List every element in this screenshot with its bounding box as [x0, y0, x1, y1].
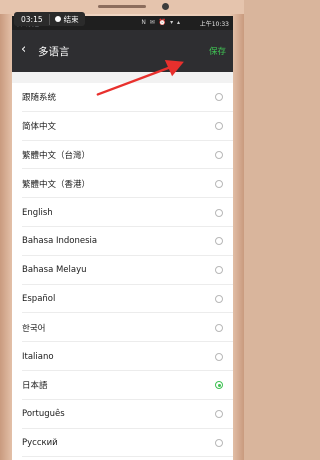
language-label: 繁體中文（香港）	[22, 179, 91, 190]
radio-checked-icon[interactable]	[215, 381, 223, 390]
language-label: Português	[22, 409, 65, 420]
screen: 中国联通 N ✉ ⏰ ▾ ▴ 上午10:33 ‹ 多语言 保存 跟随系统简体中文…	[12, 16, 233, 460]
language-option[interactable]: Bahasa Indonesia	[12, 226, 233, 256]
language-option[interactable]: Português	[12, 399, 233, 429]
speaker-grille	[98, 5, 146, 8]
language-label: Italiano	[22, 351, 54, 362]
language-option[interactable]: 日本語	[12, 370, 233, 400]
language-label: English	[22, 207, 53, 218]
page-title: 多语言	[38, 46, 70, 58]
radio-unchecked-icon[interactable]	[215, 93, 223, 102]
language-label: Русский	[22, 437, 58, 448]
radio-unchecked-icon[interactable]	[215, 122, 223, 131]
radio-unchecked-icon[interactable]	[215, 179, 223, 188]
language-option[interactable]: 繁體中文（台灣）	[12, 140, 233, 170]
stop-dot-icon	[54, 16, 61, 22]
app-header: ‹ 多语言 保存	[12, 30, 233, 72]
language-label: 简体中文	[22, 122, 57, 133]
language-list: 跟随系统简体中文繁體中文（台灣） 繁體中文（香港） English Bahasa In…	[12, 83, 233, 458]
language-option[interactable]: Bahasa Melayu	[12, 255, 233, 285]
language-option[interactable]: English	[12, 198, 233, 227]
language-option[interactable]: 简体中文	[12, 111, 233, 141]
radio-unchecked-icon[interactable]	[215, 352, 223, 361]
radio-unchecked-icon[interactable]	[215, 208, 223, 217]
radio-unchecked-icon[interactable]	[215, 438, 223, 447]
language-label: Español	[22, 293, 56, 304]
language-option[interactable]: Italiano	[12, 342, 233, 371]
radio-unchecked-icon[interactable]	[215, 150, 223, 159]
language-option[interactable]: Русский	[12, 428, 233, 458]
back-arrow-icon[interactable]: ‹	[21, 42, 26, 57]
save-button[interactable]: 保存	[209, 45, 226, 57]
front-camera	[162, 3, 169, 10]
language-label: Bahasa Melayu	[22, 265, 87, 276]
section-spacer	[12, 72, 233, 83]
radio-unchecked-icon[interactable]	[215, 294, 223, 303]
radio-unchecked-icon[interactable]	[215, 410, 223, 419]
radio-unchecked-icon[interactable]	[215, 237, 223, 246]
status-icons: N ✉ ⏰ ▾ ▴	[141, 19, 181, 26]
status-time: 上午10:33	[199, 21, 229, 28]
screen-recorder-pill: 03:15 结束	[14, 12, 85, 26]
radio-unchecked-icon[interactable]	[215, 266, 223, 275]
language-option[interactable]: Español	[12, 284, 233, 314]
end-recording-label: 结束	[63, 14, 79, 24]
end-recording-button[interactable]: 结束	[48, 13, 85, 25]
recording-time: 03:15	[21, 14, 43, 24]
language-label: Bahasa Indonesia	[22, 236, 98, 247]
language-label: 跟随系统	[22, 93, 57, 104]
language-option[interactable]: 한국어	[12, 313, 233, 343]
language-label: 日本語	[22, 381, 48, 392]
language-option[interactable]: 跟随系统	[12, 83, 233, 112]
language-label: 한국어	[22, 323, 46, 334]
language-label: 繁體中文（台灣）	[22, 150, 91, 161]
language-option[interactable]: 繁體中文（香港）	[12, 169, 233, 199]
radio-unchecked-icon[interactable]	[215, 323, 223, 332]
